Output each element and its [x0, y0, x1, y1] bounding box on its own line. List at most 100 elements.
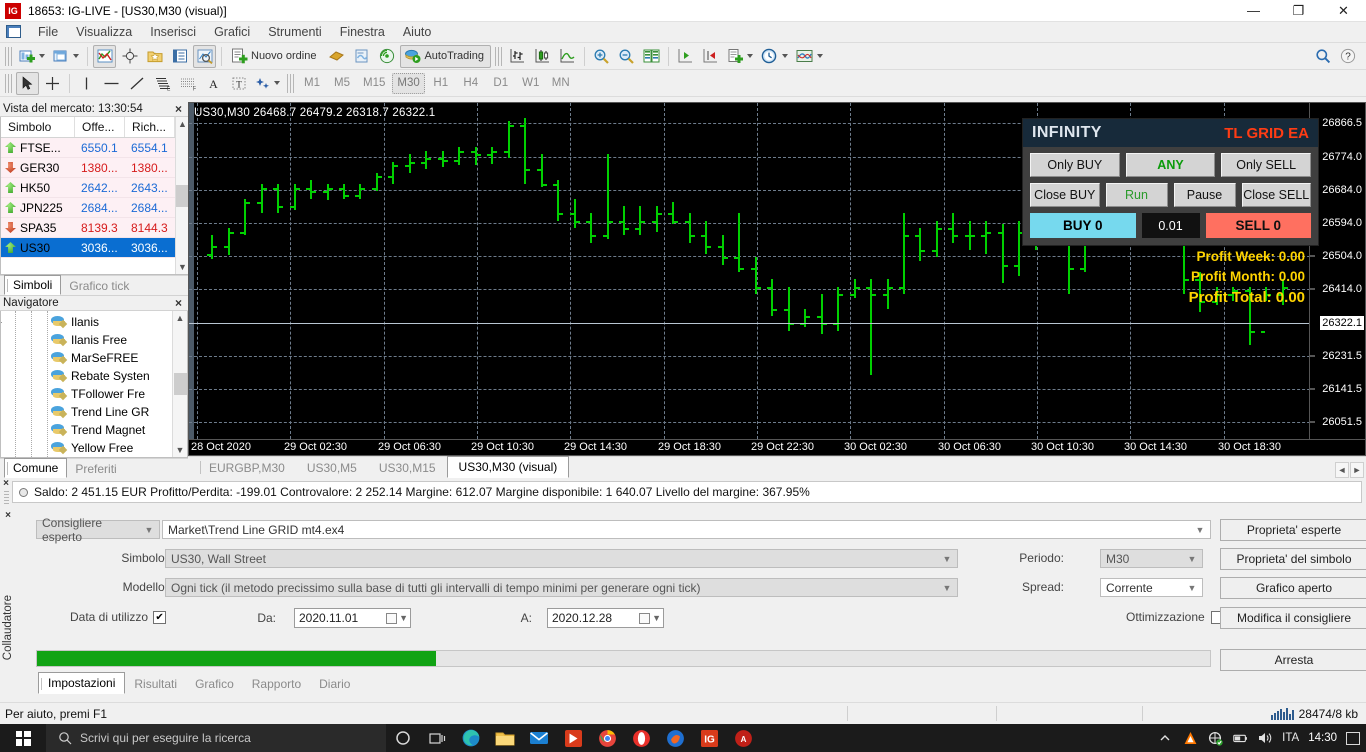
search-icon[interactable]: [1311, 45, 1334, 68]
candlestick-icon[interactable]: [531, 45, 554, 68]
crosshair-tool-icon[interactable]: [41, 72, 64, 95]
templates-icon[interactable]: [724, 45, 756, 68]
tab-diario[interactable]: Diario: [310, 674, 359, 694]
cortana-icon[interactable]: [386, 724, 420, 752]
timeframe-mn[interactable]: MN: [547, 73, 575, 94]
calendar-icon[interactable]: ▼: [639, 612, 661, 624]
list-item[interactable]: Yellow Free: [1, 439, 172, 457]
close-icon[interactable]: ×: [5, 510, 11, 521]
use-date-checkbox[interactable]: ✔: [153, 610, 167, 624]
tab-comune[interactable]: Comune: [4, 458, 68, 478]
scroll-down-icon[interactable]: ▼: [178, 260, 187, 274]
indicators-icon[interactable]: [793, 45, 826, 68]
network-icon[interactable]: [1207, 730, 1223, 746]
store-icon[interactable]: [556, 724, 590, 752]
mail-icon[interactable]: [522, 724, 556, 752]
bar-chart-icon[interactable]: [506, 45, 529, 68]
only-sell-button[interactable]: Only SELL: [1221, 153, 1312, 177]
expert-file-select[interactable]: Market\Trend Line GRID mt4.ex4 ▼: [162, 520, 1211, 539]
menu-view[interactable]: Visualizza: [67, 22, 141, 42]
scroll-up-icon[interactable]: ▲: [176, 311, 185, 325]
model-select[interactable]: Ogni tick (il metodo precissimo sulla ba…: [165, 578, 958, 597]
buy-button[interactable]: BUY 0: [1030, 213, 1136, 238]
table-row-selected[interactable]: US30 3036... 3036...: [1, 238, 175, 258]
symbol-select[interactable]: US30, Wall Street ▼: [165, 549, 958, 568]
firefox-icon[interactable]: [658, 724, 692, 752]
market-watch-icon[interactable]: [93, 44, 116, 68]
edit-expert-button[interactable]: Modifica il consigliere: [1220, 607, 1366, 629]
tab-grafico[interactable]: Grafico: [186, 674, 243, 694]
column-symbol[interactable]: Simbolo: [1, 117, 75, 137]
signals-icon[interactable]: [375, 45, 398, 68]
vertical-line-icon[interactable]: [75, 72, 98, 95]
close-sell-button[interactable]: Close SELL: [1241, 183, 1311, 207]
chrome-icon[interactable]: [590, 724, 624, 752]
auto-scroll-icon[interactable]: [699, 45, 722, 68]
language-indicator[interactable]: ITA: [1282, 732, 1299, 744]
symbol-properties-button[interactable]: Proprieta' del simbolo: [1220, 548, 1366, 570]
spread-select[interactable]: Corrente ▼: [1100, 578, 1203, 597]
table-row[interactable]: JPN225 2684... 2684...: [1, 198, 175, 218]
zoom-out-icon[interactable]: [615, 45, 638, 68]
chevron-down-icon[interactable]: [816, 54, 823, 58]
shapes-icon[interactable]: [252, 72, 283, 95]
timeframe-h1[interactable]: H1: [427, 73, 455, 94]
table-row[interactable]: FTSE... 6550.1 6554.1: [1, 138, 175, 158]
tab-rapporto[interactable]: Rapporto: [243, 674, 310, 694]
menu-insert[interactable]: Inserisci: [141, 22, 205, 42]
run-button[interactable]: Run: [1105, 183, 1168, 207]
battery-icon[interactable]: [1232, 730, 1248, 746]
timeframe-w1[interactable]: W1: [517, 73, 545, 94]
menu-charts[interactable]: Grafici: [205, 22, 259, 42]
timeframe-m5[interactable]: M5: [328, 73, 356, 94]
toolbar-grip-2[interactable]: [494, 46, 502, 66]
chevron-down-icon[interactable]: [73, 54, 79, 58]
scroll-down-icon[interactable]: ▼: [176, 443, 185, 457]
search-input[interactable]: Scrivi qui per eseguire la ricerca: [46, 724, 386, 752]
data-window-icon[interactable]: [168, 45, 191, 68]
list-item[interactable]: Ilanis: [1, 313, 172, 331]
chart-tab-eurgbp-m30[interactable]: EURGBP,M30: [198, 458, 296, 478]
calendar-icon[interactable]: ▼: [386, 612, 408, 624]
ea-control-panel[interactable]: INFINITY TL GRID EA Only BUY ANY Only SE…: [1022, 118, 1319, 246]
lot-size-field[interactable]: 0.01: [1141, 213, 1200, 238]
tile-windows-icon[interactable]: [50, 45, 82, 68]
close-icon[interactable]: ×: [172, 296, 185, 310]
tester-mode-select[interactable]: Consigliere esperto ▼: [36, 516, 160, 544]
show-hidden-icons[interactable]: [1157, 730, 1173, 746]
chevron-down-icon[interactable]: ▼: [939, 583, 955, 593]
tab-impostazioni[interactable]: Impostazioni: [38, 672, 126, 694]
pause-button[interactable]: Pause: [1173, 183, 1236, 207]
chart-tab-us30-m30-visual[interactable]: US30,M30 (visual): [446, 456, 570, 478]
clock[interactable]: 14:30: [1308, 732, 1337, 744]
trendline-icon[interactable]: [125, 72, 148, 95]
menu-tools[interactable]: Strumenti: [259, 22, 331, 42]
tab-grafico-tick[interactable]: Grafico tick: [61, 277, 137, 295]
list-item[interactable]: MarSeFREE: [1, 349, 172, 367]
start-icon[interactable]: [0, 724, 46, 752]
edge-icon[interactable]: [454, 724, 488, 752]
new-order-button[interactable]: Nuovo ordine: [227, 45, 323, 68]
toolbar-grip-3[interactable]: [5, 73, 12, 93]
help-icon[interactable]: ?: [1336, 45, 1359, 68]
maximize-button[interactable]: ❐: [1276, 0, 1321, 22]
line-chart-icon[interactable]: [556, 45, 579, 68]
fibonacci-icon[interactable]: E: [150, 72, 174, 95]
list-item[interactable]: TFollower Fre: [1, 385, 172, 403]
chevron-down-icon[interactable]: ▼: [1184, 583, 1200, 593]
sell-button[interactable]: SELL 0: [1205, 213, 1311, 238]
channel-icon[interactable]: F: [176, 72, 200, 95]
metaeditor-icon[interactable]: [350, 45, 373, 68]
list-item[interactable]: Rebate Systen: [1, 367, 172, 385]
metatrader-icon[interactable]: IG: [692, 724, 726, 752]
scroll-right-icon[interactable]: ►: [1350, 462, 1364, 478]
navigator-icon[interactable]: [143, 45, 166, 68]
chevron-down-icon[interactable]: ▼: [1184, 554, 1200, 564]
chart-tab-us30-m15[interactable]: US30,M15: [368, 458, 447, 478]
chevron-down-icon[interactable]: [781, 54, 788, 58]
expert-properties-button[interactable]: Proprieta' esperte: [1220, 519, 1366, 541]
tab-risultati[interactable]: Risultati: [125, 674, 186, 694]
timeframe-m15[interactable]: M15: [358, 73, 390, 94]
list-item[interactable]: Trend Line GR: [1, 403, 172, 421]
cursor-icon[interactable]: [16, 71, 39, 95]
